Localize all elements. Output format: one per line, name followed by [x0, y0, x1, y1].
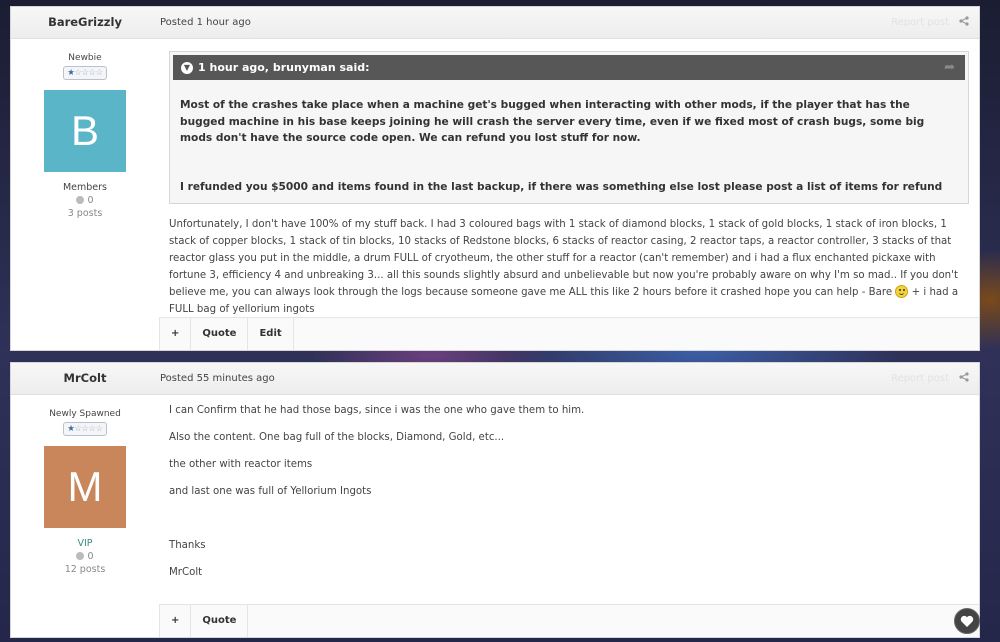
avatar-letter: B — [70, 107, 99, 154]
avatar-letter: M — [67, 463, 103, 510]
post-text-main: Unfortunately, I don't have 100% of my s… — [169, 219, 958, 298]
forum-post: MrColt Posted 55 minutes ago Report post… — [10, 362, 980, 638]
post-line: I can Confirm that he had those bags, si… — [169, 405, 585, 416]
post-text: Unfortunately, I don't have 100% of my s… — [169, 216, 969, 318]
rank-stars: ★☆☆☆☆ — [63, 422, 107, 436]
post-line: Thanks — [169, 540, 206, 551]
reputation-icon — [76, 196, 85, 204]
quote-button[interactable]: Quote — [191, 318, 249, 350]
reputation-icon — [76, 552, 85, 560]
author-panel: Newbie ★☆☆☆☆ B Members 0 3 posts — [11, 38, 159, 219]
forum-post: BareGrizzly Posted 1 hour ago Report pos… — [10, 6, 980, 351]
rank-title: Newbie — [68, 53, 102, 63]
multiquote-button[interactable]: + — [159, 605, 192, 637]
author-panel: Newly Spawned ★☆☆☆☆ M VIP 0 12 posts — [11, 394, 159, 575]
post-date[interactable]: Posted 55 minutes ago — [160, 373, 275, 384]
reputation: 0 — [11, 551, 159, 562]
post-header: BareGrizzly Posted 1 hour ago Report pos… — [11, 7, 979, 39]
chevron-down-icon[interactable]: ▼ — [181, 62, 193, 74]
share-icon[interactable] — [959, 372, 969, 382]
quote-block: ▼ 1 hour ago, brunyman said: ➦ Most of th… — [169, 51, 969, 204]
share-icon[interactable] — [959, 16, 969, 26]
reputation-value: 0 — [87, 551, 94, 562]
avatar[interactable]: B — [44, 90, 126, 172]
member-group: VIP — [77, 538, 93, 549]
quote-button[interactable]: Quote — [191, 605, 249, 637]
post-line: Also the content. One bag full of the bl… — [169, 432, 505, 443]
rank-title: Newly Spawned — [49, 409, 121, 419]
author-name-link[interactable]: BareGrizzly — [11, 15, 159, 29]
post-count: 12 posts — [64, 564, 106, 575]
member-group: Members — [62, 182, 108, 193]
reputation: 0 — [11, 195, 159, 206]
post-toolbar: + Quote Edit — [159, 317, 979, 350]
quote-citation: 1 hour ago, brunyman said: — [198, 61, 370, 74]
post-toolbar: + Quote — [159, 604, 979, 637]
avatar[interactable]: M — [44, 446, 126, 528]
post-line: the other with reactor items — [169, 459, 313, 470]
post-line: and last one was full of Yellorium Ingot… — [169, 486, 372, 497]
like-button[interactable] — [954, 608, 980, 634]
post-paragraph: Unfortunately, I don't have 100% of my s… — [169, 216, 969, 318]
quote-paragraph: I refunded you $5000 and items found in … — [180, 180, 943, 193]
post-content: ▼ 1 hour ago, brunyman said: ➦ Most of th… — [159, 38, 979, 318]
rank-stars: ★☆☆☆☆ — [63, 66, 107, 80]
report-post-link[interactable]: Report post — [891, 17, 949, 28]
reputation-value: 0 — [87, 195, 94, 206]
post-line — [169, 510, 969, 527]
heart-icon — [960, 615, 974, 627]
edit-button[interactable]: Edit — [248, 318, 294, 350]
quote-body: Most of the crashes take place when a ma… — [170, 83, 968, 203]
multiquote-button[interactable]: + — [159, 318, 192, 350]
goto-quote-icon[interactable]: ➦ — [944, 55, 955, 80]
post-content: I can Confirm that he had those bags, si… — [159, 394, 979, 581]
post-count: 3 posts — [67, 208, 103, 219]
quote-paragraph: Most of the crashes take place when a ma… — [180, 99, 925, 144]
post-date[interactable]: Posted 1 hour ago — [160, 17, 251, 28]
smiley-icon — [895, 285, 909, 298]
post-header: MrColt Posted 55 minutes ago Report post — [11, 363, 979, 395]
report-post-link[interactable]: Report post — [891, 373, 949, 384]
quote-header[interactable]: ▼ 1 hour ago, brunyman said: ➦ — [173, 55, 965, 80]
post-line: MrColt — [169, 567, 203, 578]
author-name-link[interactable]: MrColt — [11, 371, 159, 385]
